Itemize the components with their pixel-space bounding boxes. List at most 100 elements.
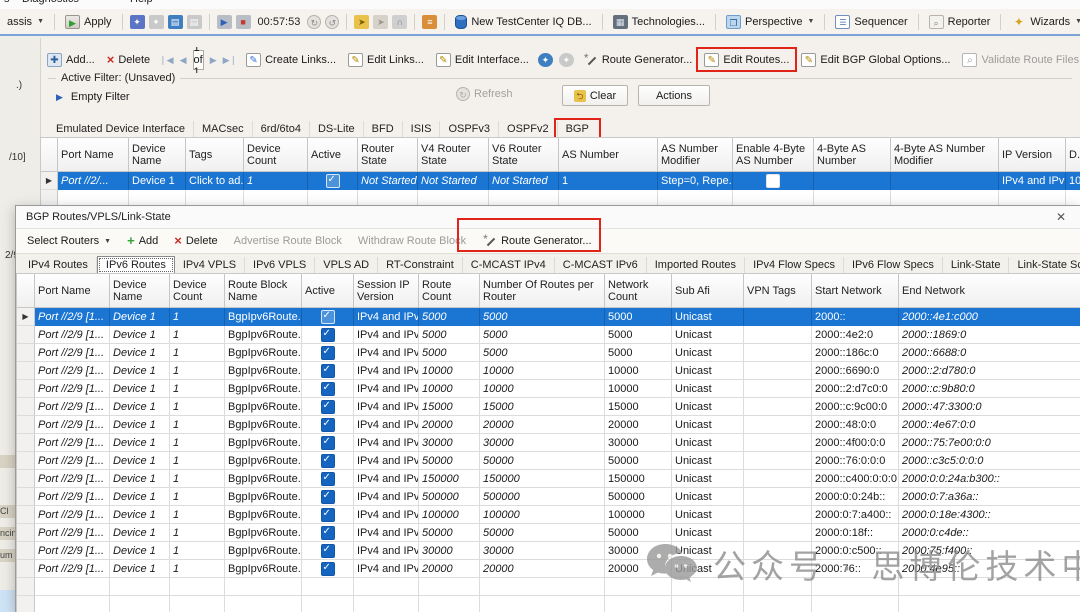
row-header[interactable] — [17, 470, 35, 488]
cell[interactable]: 100000 — [480, 506, 605, 524]
cell[interactable]: IPv4 and IPv6 — [354, 434, 419, 452]
route-generator-dialog-button[interactable]: Route Generator... — [479, 233, 595, 249]
cell[interactable]: 2000:0:c4de:: — [899, 524, 1080, 542]
delete-route-block-button[interactable]: × Delete — [171, 234, 220, 248]
cell[interactable]: Device 1 — [110, 524, 170, 542]
row-header[interactable] — [17, 362, 35, 380]
table-row[interactable]: Port //2/9 [1...Device 11BgpIpv6Route...… — [17, 434, 1080, 452]
cell[interactable]: Port //2/... — [58, 172, 129, 190]
table-row[interactable] — [17, 578, 1080, 596]
cell[interactable]: Device 1 — [110, 560, 170, 578]
cell[interactable]: IPv4 and IPv6 — [354, 362, 419, 380]
table-row[interactable]: Port //2/9 [1...Device 11BgpIpv6Route...… — [17, 488, 1080, 506]
column-header[interactable]: Port Name — [35, 274, 110, 308]
cell[interactable] — [812, 578, 899, 596]
cell[interactable]: 100000 — [419, 506, 480, 524]
cell[interactable]: 50000 — [605, 452, 672, 470]
cell[interactable]: 50000 — [419, 524, 480, 542]
cell[interactable]: 2000::4e67:0:0 — [899, 416, 1080, 434]
create-links-button[interactable]: ✎ Create Links... — [243, 52, 339, 68]
cell[interactable]: Unicast — [672, 434, 744, 452]
protocol-tab[interactable]: ISIS — [403, 121, 441, 137]
cell[interactable] — [302, 362, 354, 380]
cell[interactable]: Port //2/9 [1... — [35, 398, 110, 416]
cell[interactable]: Unicast — [672, 326, 744, 344]
cell[interactable] — [58, 190, 129, 205]
cell[interactable] — [308, 190, 358, 205]
cell[interactable] — [1066, 190, 1080, 205]
cell[interactable]: 30000 — [480, 542, 605, 560]
cell[interactable] — [244, 190, 308, 205]
cell[interactable]: Port //2/9 [1... — [35, 308, 110, 326]
cell[interactable] — [302, 470, 354, 488]
cell[interactable] — [658, 190, 733, 205]
cell[interactable]: 2000::1869:0 — [899, 326, 1080, 344]
cell[interactable]: 500000 — [419, 488, 480, 506]
cell[interactable]: Not Started — [358, 172, 418, 190]
cell[interactable] — [814, 172, 891, 190]
close-icon[interactable]: ✕ — [1052, 210, 1070, 224]
cell[interactable] — [744, 362, 812, 380]
globe-icon[interactable]: ✦ — [538, 53, 553, 67]
checkbox-checked[interactable] — [321, 418, 335, 432]
checkbox-checked[interactable] — [321, 328, 335, 342]
cell[interactable] — [999, 190, 1066, 205]
resume-icon[interactable]: ↻ — [307, 15, 321, 29]
column-header[interactable]: 4-Byte AS Number — [814, 138, 891, 172]
column-header[interactable]: Device Count — [170, 274, 225, 308]
table-row[interactable]: ▶Port //2/...Device 1Click to ad...1Not … — [41, 172, 1080, 190]
cell[interactable]: Port //2/9 [1... — [35, 560, 110, 578]
cell[interactable]: BgpIpv6Route... — [225, 344, 302, 362]
last-page-icon[interactable]: ▶❘ — [223, 55, 237, 66]
cell[interactable]: Unicast — [672, 560, 744, 578]
cell[interactable] — [110, 596, 170, 612]
empty-filter-item[interactable]: ▶ Empty Filter — [56, 91, 130, 103]
cell[interactable]: 1 — [170, 434, 225, 452]
cell[interactable]: Port //2/9 [1... — [35, 416, 110, 434]
row-header[interactable] — [17, 416, 35, 434]
cell[interactable]: Unicast — [672, 524, 744, 542]
checkbox-checked[interactable] — [321, 544, 335, 558]
lock-icon[interactable]: ∩ — [392, 15, 407, 29]
edit-routes-button[interactable]: ✎ Edit Routes... — [701, 52, 792, 68]
cell[interactable] — [302, 326, 354, 344]
column-header[interactable]: AS Number Modifier — [658, 138, 733, 172]
cell[interactable]: 5000 — [605, 344, 672, 362]
table-row[interactable]: Port //2/9 [1...Device 11BgpIpv6Route...… — [17, 542, 1080, 560]
cell[interactable]: BgpIpv6Route... — [225, 488, 302, 506]
cell[interactable]: BgpIpv6Route... — [225, 560, 302, 578]
stop-capture-icon[interactable]: ■ — [236, 15, 251, 29]
cell[interactable]: IPv4 and IPv6 — [999, 172, 1066, 190]
cell[interactable] — [744, 308, 812, 326]
cell[interactable]: 1 — [170, 380, 225, 398]
technologies-button[interactable]: ▦ Technologies... — [610, 14, 708, 30]
table-row[interactable]: Port //2/9 [1...Device 11BgpIpv6Route...… — [17, 452, 1080, 470]
add-device-button[interactable]: ✚ Add... — [44, 52, 98, 68]
column-header[interactable]: V6 Router State — [489, 138, 559, 172]
cell[interactable]: 10 — [1066, 172, 1080, 190]
routes-tab[interactable]: Imported Routes — [647, 257, 745, 273]
cell[interactable] — [744, 578, 812, 596]
routes-tab[interactable]: IPv6 VPLS — [245, 257, 315, 273]
cell[interactable]: IPv4 and IPv6 — [354, 452, 419, 470]
cell[interactable]: 20000 — [480, 416, 605, 434]
cell[interactable]: 2000:0:0:24a:b300:: — [899, 470, 1080, 488]
cell[interactable]: 150000 — [480, 470, 605, 488]
cell[interactable] — [302, 488, 354, 506]
cell[interactable]: Port //2/9 [1... — [35, 326, 110, 344]
cell[interactable] — [302, 452, 354, 470]
cell[interactable]: IPv4 and IPv6 — [354, 398, 419, 416]
cell[interactable]: Unicast — [672, 362, 744, 380]
cell[interactable]: Not Started — [489, 172, 559, 190]
cell[interactable]: BgpIpv6Route... — [225, 452, 302, 470]
checkbox-checked[interactable] — [321, 400, 335, 414]
column-header[interactable]: Device Name — [110, 274, 170, 308]
cell[interactable]: 2000:4e95:: — [899, 560, 1080, 578]
checkbox-checked[interactable] — [321, 472, 335, 486]
cell[interactable] — [744, 326, 812, 344]
cell[interactable]: Unicast — [672, 308, 744, 326]
cell[interactable]: 5000 — [419, 308, 480, 326]
column-header[interactable]: Session IP Version — [354, 274, 419, 308]
routes-tab[interactable]: RT-Constraint — [378, 257, 463, 273]
route-generator-button[interactable]: Route Generator... — [580, 52, 696, 68]
